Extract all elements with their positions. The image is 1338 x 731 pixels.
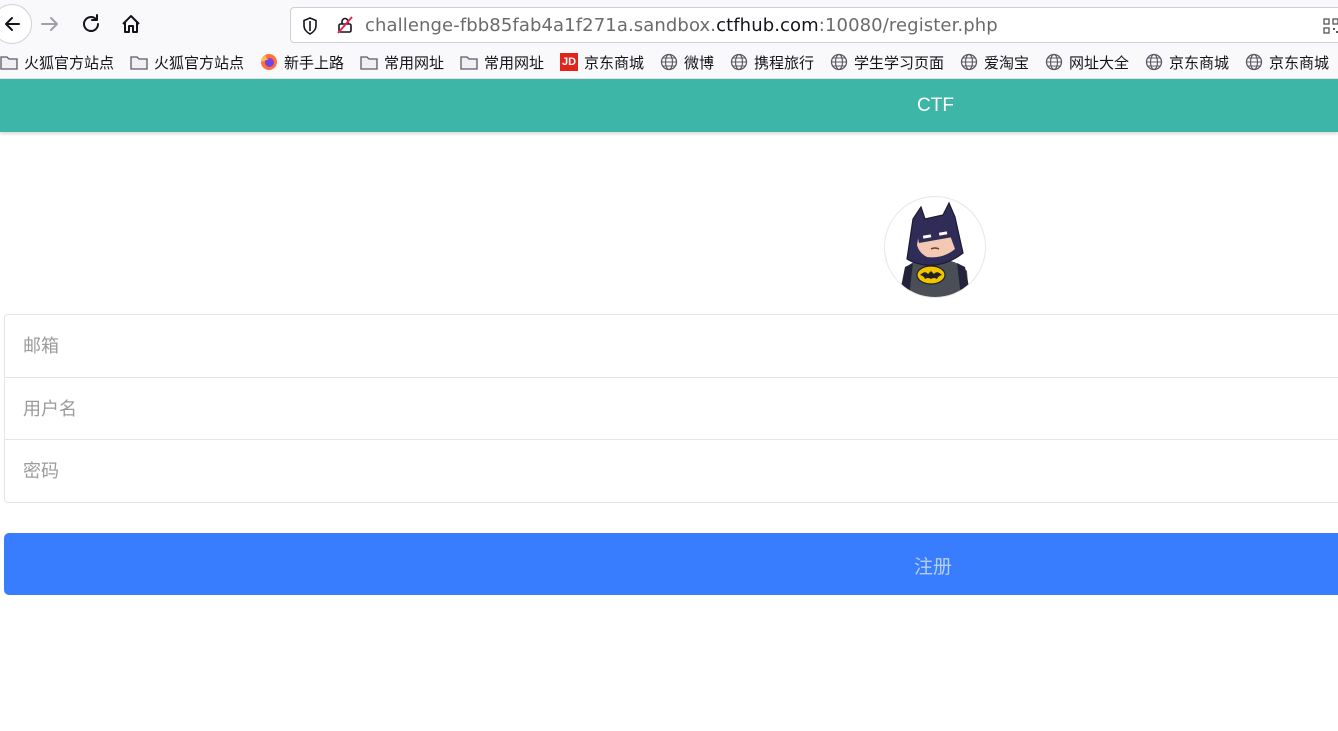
avatar <box>884 196 986 298</box>
bookmark-label: 携程旅行 <box>754 53 815 72</box>
bookmark-label: 京东商城 <box>584 53 645 72</box>
jd-icon: JD <box>560 53 578 71</box>
url-suffix: :10080/register.php <box>818 15 998 36</box>
forward-button[interactable] <box>32 6 68 42</box>
bookmark-item[interactable]: 爱淘宝 <box>960 52 1029 72</box>
bookmark-item[interactable]: 微博 <box>660 52 714 72</box>
bookmark-label: 网址大全 <box>1069 53 1130 72</box>
insecure-lock-icon[interactable] <box>336 16 354 34</box>
bookmark-label: 京东商城 <box>1169 53 1230 72</box>
shield-icon[interactable] <box>302 17 318 35</box>
batman-avatar-icon <box>899 201 971 297</box>
address-bar[interactable]: challenge-fbb85fab4a1f271a.sandbox.ctfhu… <box>290 7 1338 43</box>
bookmark-item[interactable]: 火狐官方站点 <box>0 52 114 72</box>
folder-icon <box>460 53 478 71</box>
bookmark-item[interactable]: 京东商城 <box>1245 52 1329 72</box>
reload-icon <box>83 14 99 32</box>
home-button[interactable] <box>113 6 149 42</box>
bookmark-label: 爱淘宝 <box>984 53 1030 72</box>
browser-toolbar: challenge-fbb85fab4a1f271a.sandbox.ctfhu… <box>0 0 1338 46</box>
password-input[interactable] <box>5 440 1338 502</box>
app-title: CTF <box>917 95 954 116</box>
register-form <box>4 314 1338 503</box>
bookmark-item[interactable]: 常用网址 <box>460 52 544 72</box>
globe-icon <box>730 53 748 71</box>
url-prefix: challenge-fbb85fab4a1f271a.sandbox. <box>365 15 717 36</box>
bookmark-item[interactable]: 常用网址 <box>360 52 444 72</box>
globe-icon <box>660 53 678 71</box>
bookmark-label: 常用网址 <box>384 53 445 72</box>
bookmark-item[interactable]: 学生学习页面 <box>830 52 944 72</box>
url-domain: ctfhub.com <box>716 15 819 36</box>
bookmark-item[interactable]: JD 京东商城 <box>560 52 644 72</box>
bookmark-label: 学生学习页面 <box>854 53 945 72</box>
bookmark-item[interactable]: 携程旅行 <box>730 52 814 72</box>
password-field-wrapper <box>5 439 1338 502</box>
forward-arrow-icon <box>41 17 58 31</box>
back-button[interactable] <box>0 4 32 44</box>
home-icon <box>122 15 140 33</box>
globe-icon <box>960 53 978 71</box>
bookmark-item[interactable]: 新手上路 <box>260 52 344 72</box>
globe-icon <box>1045 53 1063 71</box>
email-input[interactable] <box>5 315 1338 377</box>
globe-icon <box>1145 53 1163 71</box>
bookmark-item[interactable]: 网址大全 <box>1045 52 1129 72</box>
email-field-wrapper <box>5 315 1338 377</box>
bookmark-label: 新手上路 <box>284 53 345 72</box>
register-button[interactable]: 注册 <box>4 533 1338 595</box>
bookmarks-toolbar: 火狐官方站点 火狐官方站点 新手上路 常用网址 常用网址 JD 京东商城 微博 … <box>0 46 1338 79</box>
bookmark-label: 常用网址 <box>484 53 545 72</box>
folder-icon <box>360 53 378 71</box>
bookmark-label: 微博 <box>684 53 715 72</box>
reload-button[interactable] <box>73 6 109 42</box>
bookmark-item[interactable]: 火狐官方站点 <box>130 52 244 72</box>
url-text[interactable]: challenge-fbb85fab4a1f271a.sandbox.ctfhu… <box>365 15 998 36</box>
back-arrow-icon <box>5 17 20 31</box>
bookmark-label: 火狐官方站点 <box>24 53 115 72</box>
bookmark-label: 京东商城 <box>1269 53 1330 72</box>
folder-icon <box>130 53 148 71</box>
app-header: CTF <box>0 79 1338 132</box>
username-field-wrapper <box>5 377 1338 440</box>
folder-icon <box>0 53 18 71</box>
globe-icon <box>830 53 848 71</box>
bookmark-item[interactable]: 京东商城 <box>1145 52 1229 72</box>
globe-icon <box>1245 53 1263 71</box>
firefox-icon <box>260 53 278 71</box>
bookmark-label: 火狐官方站点 <box>154 53 245 72</box>
username-input[interactable] <box>5 378 1338 440</box>
qr-code-icon[interactable] <box>1323 18 1338 34</box>
register-button-label: 注册 <box>914 556 953 578</box>
